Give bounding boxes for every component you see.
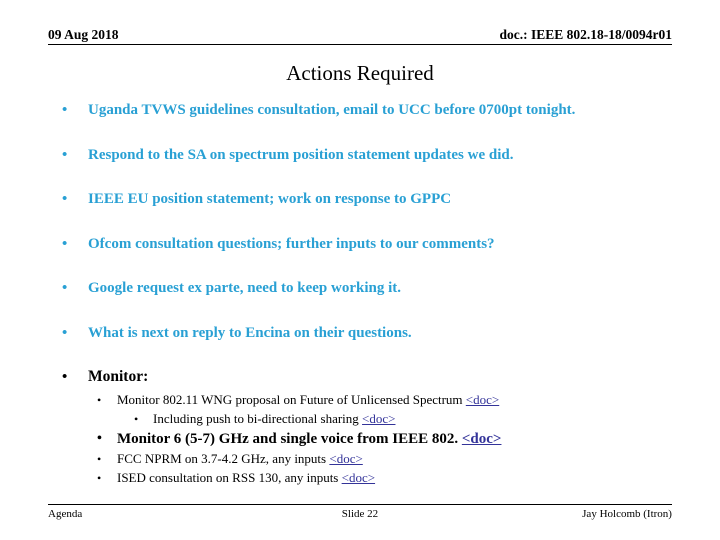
bullet-text: ISED consultation on RSS 130, any inputs — [117, 470, 342, 485]
bullet-marker-icon: • — [62, 146, 68, 163]
doc-link[interactable]: <doc> — [329, 451, 362, 466]
bullet-marker-icon: • — [62, 102, 68, 118]
bullet-list: • Uganda TVWS guidelines consultation, em… — [0, 100, 720, 488]
bullet-item: • Monitor 802.11 WNG proposal on Future o… — [0, 391, 720, 409]
bullet-item: • Monitor: — [0, 367, 720, 387]
bullet-text: FCC NPRM on 3.7-4.2 GHz, any inputs — [117, 451, 330, 466]
bullet-item: • IEEE EU position statement; work on res… — [0, 189, 720, 209]
slide-footer: Agenda Slide 22 Jay Holcomb (Itron) — [48, 504, 672, 521]
doc-link[interactable]: <doc> — [342, 470, 375, 485]
slide-header: 09 Aug 2018 doc.: IEEE 802.18-18/0094r01 — [48, 20, 672, 46]
bullet-marker-icon: • — [62, 324, 68, 341]
bullet-text: Google request ex parte, need to keep wo… — [88, 280, 402, 296]
doc-link[interactable]: <doc> — [362, 411, 395, 426]
bullet-marker-icon: • — [97, 431, 102, 446]
bullet-marker-icon: • — [97, 452, 102, 466]
bullet-marker-icon: • — [97, 471, 102, 485]
header-divider — [48, 44, 672, 45]
bullet-marker-icon: • — [134, 412, 139, 426]
bullet-text: Ofcom consultation questions; further in… — [88, 235, 495, 252]
bullet-text: Uganda TVWS guidelines consultation, ema… — [88, 102, 576, 118]
bullet-item: • Respond to the SA on spectrum position … — [0, 145, 720, 165]
bullet-item: • Including push to bi-directional sharin… — [0, 410, 720, 428]
bullet-text: Including push to bi-directional sharing — [153, 411, 363, 426]
header-date: 09 Aug 2018 — [48, 27, 119, 42]
bullet-item: • FCC NPRM on 3.7-4.2 GHz, any inputs <do… — [0, 450, 720, 468]
bullet-marker-icon: • — [62, 369, 68, 385]
footer-slide-number: Slide 22 — [341, 508, 379, 520]
bullet-item: • Monitor 6 (5-7) GHz and single voice fr… — [0, 429, 720, 449]
bullet-marker-icon: • — [97, 393, 102, 407]
bullet-text: What is next on reply to Encina on their… — [88, 324, 412, 341]
footer-divider — [48, 504, 672, 505]
bullet-text: IEEE EU position statement; work on resp… — [88, 191, 452, 207]
bullet-marker-icon: • — [62, 280, 68, 296]
bullet-item: • What is next on reply to Encina on thei… — [0, 323, 720, 343]
bullet-text: Monitor: — [88, 368, 149, 385]
footer-section-label: Agenda — [48, 508, 83, 520]
bullet-item: • Ofcom consultation questions; further i… — [0, 234, 720, 254]
page-title: Actions Required — [286, 61, 434, 85]
bullet-item: • ISED consultation on RSS 130, any input… — [0, 469, 720, 487]
doc-link[interactable]: <doc> — [466, 392, 499, 407]
header-document-number: doc.: IEEE 802.18-18/0094r01 — [499, 27, 672, 42]
bullet-item: • Uganda TVWS guidelines consultation, em… — [0, 100, 720, 120]
header-row: 09 Aug 2018 doc.: IEEE 802.18-18/0094r01 — [48, 20, 672, 42]
bullet-text: Respond to the SA on spectrum position s… — [88, 146, 514, 163]
footer-row: Agenda Slide 22 Jay Holcomb (Itron) — [48, 507, 672, 521]
bullet-text: Monitor 802.11 WNG proposal on Future of… — [117, 392, 466, 407]
bullet-text: Monitor 6 (5-7) GHz and single voice fro… — [117, 431, 462, 447]
bullet-marker-icon: • — [62, 191, 68, 207]
footer-author: Jay Holcomb (Itron) — [582, 508, 672, 520]
slide: 09 Aug 2018 doc.: IEEE 802.18-18/0094r01… — [0, 0, 720, 540]
bullet-item: • Google request ex parte, need to keep w… — [0, 278, 720, 298]
doc-link[interactable]: <doc> — [462, 431, 502, 447]
bullet-marker-icon: • — [62, 235, 68, 252]
